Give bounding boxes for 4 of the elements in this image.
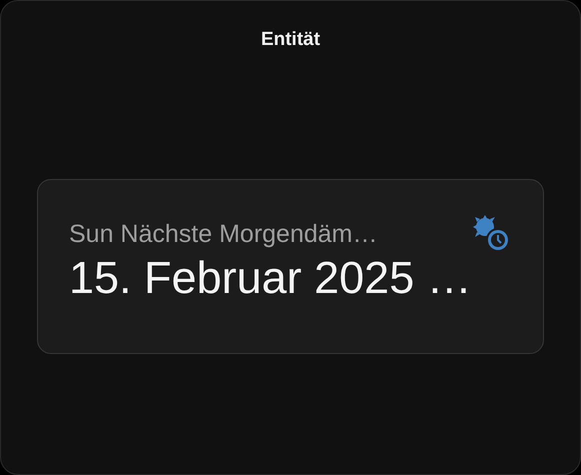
entity-name: Sun Nächste Morgendäm… — [69, 220, 378, 248]
entity-card[interactable]: Sun Nächste Morgendäm… 15. Februar 2025 … — [37, 179, 544, 354]
dialog-title: Entität — [260, 29, 320, 51]
entity-value: 15. Februar 2025 … — [69, 252, 473, 304]
